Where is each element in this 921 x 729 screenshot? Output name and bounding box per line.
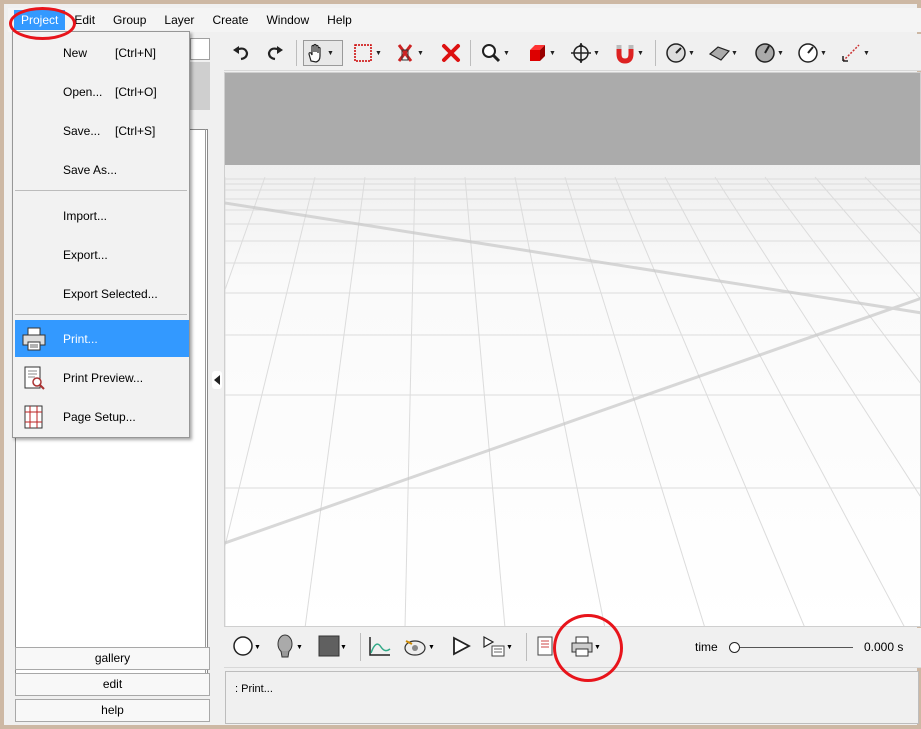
gallery-button[interactable]: gallery xyxy=(15,647,210,670)
play-list-icon[interactable]: ▼ xyxy=(482,634,513,660)
gauge-icon[interactable]: ▼ xyxy=(665,40,695,66)
3d-viewport[interactable] xyxy=(224,72,921,627)
menu-window[interactable]: Window xyxy=(257,10,318,30)
remove-red-x-icon[interactable] xyxy=(440,40,462,66)
status-text: : Print... xyxy=(235,683,273,695)
menu-item-print[interactable]: Print... xyxy=(15,320,189,357)
project-menu: New [Ctrl+N] Open... [Ctrl+O] Save... [C… xyxy=(12,31,190,438)
measure-icon[interactable]: ▼ xyxy=(840,40,870,66)
menu-group[interactable]: Group xyxy=(104,10,155,30)
time-value: 0.000 s xyxy=(864,640,904,654)
menu-item-page-setup[interactable]: Page Setup... xyxy=(15,398,189,435)
color-square-icon[interactable]: ▼ xyxy=(318,634,347,660)
panel-search-field[interactable] xyxy=(190,38,210,60)
menu-divider xyxy=(15,314,187,315)
printer-icon xyxy=(21,326,47,352)
dial-icon[interactable]: ▼ xyxy=(754,40,784,66)
play-icon[interactable] xyxy=(450,634,472,660)
redo-icon[interactable] xyxy=(264,40,286,66)
annotation-circle xyxy=(553,614,623,682)
edit-button[interactable]: edit xyxy=(15,673,210,696)
menu-item-save[interactable]: Save... [Ctrl+S] xyxy=(15,112,189,149)
panel-scrollbar[interactable] xyxy=(205,129,210,674)
camera-icon[interactable]: ▼ xyxy=(402,634,435,660)
menu-item-open[interactable]: Open... [Ctrl+O] xyxy=(15,73,189,110)
curve-icon[interactable] xyxy=(368,634,392,660)
selection-rect-icon[interactable]: ▼ xyxy=(352,40,382,66)
help-button[interactable]: help xyxy=(15,699,210,722)
status-output: : Print... xyxy=(225,671,919,724)
circle-icon[interactable]: ▼ xyxy=(232,634,261,660)
menu-item-import[interactable]: Import... xyxy=(15,197,189,234)
clock-dial-icon[interactable]: ▼ xyxy=(797,40,827,66)
menu-help[interactable]: Help xyxy=(318,10,361,30)
menu-layer[interactable]: Layer xyxy=(155,10,203,30)
magnet-icon[interactable]: ▼ xyxy=(614,40,644,66)
menu-item-save-as[interactable]: Save As... xyxy=(15,151,189,188)
head-icon[interactable]: ▼ xyxy=(274,634,303,660)
menu-item-print-preview[interactable]: Print Preview... xyxy=(15,359,189,396)
menu-create[interactable]: Create xyxy=(203,10,257,30)
delete-x-icon[interactable]: ▼ xyxy=(394,40,424,66)
time-slider-thumb[interactable] xyxy=(729,642,740,653)
red-cube-icon[interactable]: ▼ xyxy=(526,40,556,66)
pan-hand-icon[interactable]: ▼ xyxy=(303,40,343,66)
floor-grid xyxy=(225,176,920,626)
page-setup-icon xyxy=(21,404,47,430)
surface-icon[interactable]: ▼ xyxy=(708,40,738,66)
time-slider-track[interactable] xyxy=(736,647,853,648)
menu-item-export[interactable]: Export... xyxy=(15,236,189,273)
move-crosshair-icon[interactable]: ▼ xyxy=(570,40,600,66)
collapse-panel-arrow-icon[interactable] xyxy=(212,371,222,389)
menu-item-export-selected[interactable]: Export Selected... xyxy=(15,275,189,312)
app-window: Project Edit Group Layer Create Window H… xyxy=(0,0,921,729)
panel-preview xyxy=(190,62,210,110)
annotation-circle xyxy=(9,7,76,40)
time-label: time xyxy=(695,640,718,654)
zoom-icon[interactable]: ▼ xyxy=(480,40,510,66)
undo-icon[interactable] xyxy=(230,40,252,66)
main-toolbar: ▼ ▼ ▼ ▼ ▼ ▼ ▼ ▼ ▼ ▼ ▼ ▼ xyxy=(224,34,921,71)
menu-bar: Project Edit Group Layer Create Window H… xyxy=(8,8,921,32)
menu-divider xyxy=(15,190,187,191)
print-preview-icon xyxy=(21,365,47,391)
